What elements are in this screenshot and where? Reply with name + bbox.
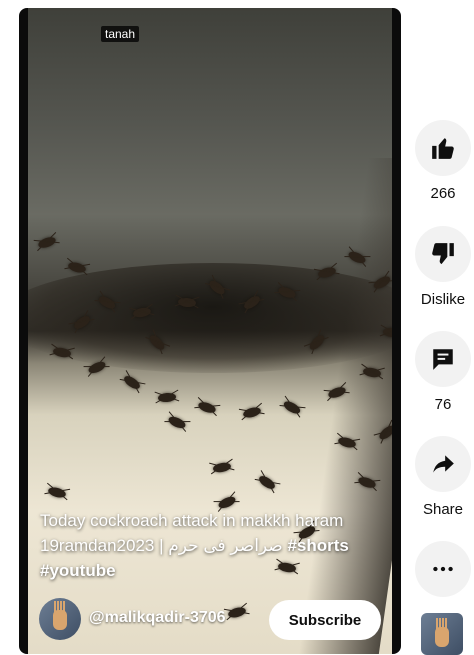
more-action	[413, 541, 473, 597]
cockroach-17	[242, 405, 262, 420]
share-action: Share	[413, 436, 473, 518]
hashtag-youtube[interactable]: #youtube	[40, 558, 390, 583]
channel-avatar[interactable]	[39, 598, 81, 640]
cockroach-15	[157, 392, 177, 403]
cockroach-14	[122, 373, 142, 392]
comment-count: 76	[434, 396, 452, 413]
cockroach-2	[67, 260, 87, 275]
dislike-action: Dislike	[413, 226, 473, 308]
caption-line-1: Today cockroach attack in makkh haram	[40, 511, 344, 530]
thumbs-down-icon	[432, 243, 454, 265]
more-options-button[interactable]	[415, 541, 471, 597]
caption-date: 19ramdan2023 |	[40, 536, 169, 555]
channel-handle[interactable]: @malikqadir-3706	[89, 609, 226, 627]
dislike-button[interactable]	[415, 226, 471, 282]
cockroach-18	[281, 399, 303, 416]
raised-hand-thumbnail-icon	[435, 618, 449, 647]
raised-hand-avatar-icon	[53, 601, 67, 630]
share-label: Share	[422, 501, 464, 518]
like-count: 266	[430, 185, 456, 202]
cockroach-12	[52, 346, 72, 359]
more-horizontal-icon	[433, 566, 453, 572]
share-button[interactable]	[415, 436, 471, 492]
subscribe-button[interactable]: Subscribe	[269, 600, 381, 640]
comments-button[interactable]	[415, 331, 471, 387]
cockroach-16	[197, 400, 217, 415]
caption-arabic-text: صراصر فی حرم	[168, 536, 283, 555]
thumbs-up-icon	[432, 138, 454, 159]
hashtag-shorts[interactable]: #shorts	[283, 536, 348, 555]
comments-action: 76	[413, 331, 473, 413]
video-watermark: tanah	[101, 26, 140, 42]
cockroach-26	[47, 485, 67, 500]
comment-icon	[433, 349, 453, 370]
like-button[interactable]	[415, 120, 471, 176]
cockroach-1	[37, 235, 57, 250]
channel-row: @malikqadir-3706 Subscribe	[39, 598, 384, 642]
share-arrow-icon	[433, 455, 454, 473]
cockroach-22	[166, 414, 188, 431]
sound-thumbnail-avatar[interactable]	[421, 613, 463, 655]
cockroach-24	[257, 473, 277, 492]
caption-line-2: 19ramdan2023 | صراصر فی حرم #shorts	[40, 533, 390, 558]
dislike-label: Dislike	[420, 291, 466, 308]
cockroach-23	[212, 461, 232, 474]
shorts-video-player[interactable]: tanah Today cockroach attack in makkh ha…	[19, 8, 401, 654]
video-caption[interactable]: Today cockroach attack in makkh haram 19…	[40, 508, 390, 583]
like-action: 266	[413, 120, 473, 202]
